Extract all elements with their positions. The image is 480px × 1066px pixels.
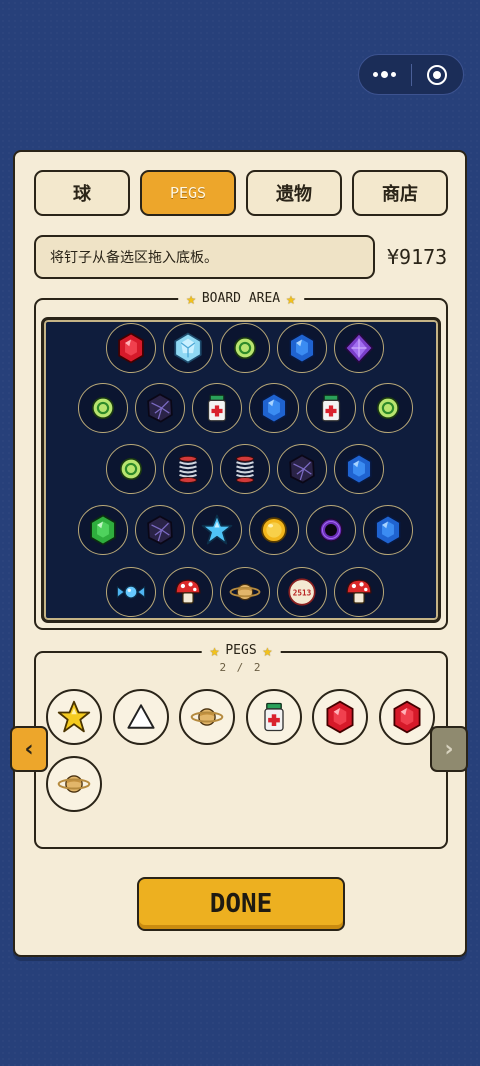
gold-star-icon bbox=[57, 700, 91, 733]
tab-ball[interactable]: 球 bbox=[34, 170, 130, 216]
svg-text:2513: 2513 bbox=[293, 588, 312, 597]
done-button[interactable]: DONE bbox=[137, 877, 345, 931]
tray-peg-planet[interactable] bbox=[46, 756, 102, 812]
star-icon: ★ bbox=[262, 641, 273, 660]
board-peg-black-hole[interactable] bbox=[306, 505, 356, 555]
peg-board[interactable]: 2513 bbox=[41, 317, 441, 623]
pegs-title: ★ PEGS ★ 2 / 2 bbox=[201, 641, 281, 674]
board-peg-green-swirl[interactable] bbox=[220, 323, 270, 373]
spring-icon bbox=[235, 455, 255, 484]
board-peg-blue-gem[interactable] bbox=[363, 505, 413, 555]
board-peg-spring[interactable] bbox=[220, 444, 270, 494]
blue-star-icon bbox=[201, 514, 233, 545]
board-peg-mushroom[interactable] bbox=[334, 567, 384, 617]
star-icon: ★ bbox=[286, 289, 296, 308]
dice-badge-icon: 2513 bbox=[288, 578, 316, 606]
candy-icon bbox=[116, 585, 146, 599]
medicine-bottle-icon bbox=[321, 394, 341, 422]
medicine-bottle-icon bbox=[263, 702, 284, 732]
board-peg-dark-crystal[interactable] bbox=[135, 383, 185, 433]
tray-peg-planet[interactable] bbox=[179, 689, 235, 745]
medicine-bottle-icon bbox=[207, 394, 227, 422]
board-area-title: ★ BOARD AREA ★ bbox=[178, 289, 304, 308]
board-peg-dark-crystal[interactable] bbox=[277, 444, 327, 494]
board-peg-ice-crystal[interactable] bbox=[163, 323, 213, 373]
green-swirl-icon bbox=[233, 336, 257, 360]
main-panel: 球 PEGS 遗物 商店 将钉子从备选区拖入底板。 ¥9173 ★ BOARD … bbox=[13, 150, 467, 957]
green-swirl-icon bbox=[119, 457, 143, 481]
black-hole-icon bbox=[319, 518, 343, 542]
prev-page-button[interactable]: ‹ bbox=[10, 726, 48, 772]
board-peg-blue-gem[interactable] bbox=[249, 383, 299, 433]
board-peg-green-swirl[interactable] bbox=[78, 383, 128, 433]
tray-peg-red-gem[interactable] bbox=[378, 689, 435, 745]
planet-icon bbox=[57, 775, 91, 793]
board-peg-purple-gem[interactable] bbox=[334, 323, 384, 373]
red-gem-icon bbox=[393, 700, 420, 734]
board-peg-spring[interactable] bbox=[163, 444, 213, 494]
tab-shop[interactable]: 商店 bbox=[352, 170, 448, 216]
blue-gem-icon bbox=[289, 332, 315, 364]
blue-gem-icon bbox=[261, 392, 287, 424]
tray-peg-medicine-bottle[interactable] bbox=[245, 689, 302, 745]
pegs-label: PEGS bbox=[225, 643, 257, 658]
close-button[interactable] bbox=[412, 55, 464, 94]
planet-icon bbox=[190, 708, 224, 726]
green-swirl-icon bbox=[91, 396, 115, 420]
tray-peg-gold-star[interactable] bbox=[46, 689, 102, 745]
dark-crystal-icon bbox=[289, 454, 315, 484]
money-counter: ¥9173 bbox=[387, 245, 448, 269]
dark-crystal-icon bbox=[147, 393, 173, 423]
mushroom-icon bbox=[175, 579, 201, 604]
board-peg-red-gem[interactable] bbox=[106, 323, 156, 373]
board-peg-blue-gem[interactable] bbox=[277, 323, 327, 373]
board-area-section: ★ BOARD AREA ★ 2513 bbox=[34, 289, 448, 630]
tab-relics[interactable]: 遗物 bbox=[246, 170, 342, 216]
board-peg-dice-badge[interactable]: 2513 bbox=[277, 567, 327, 617]
more-button[interactable] bbox=[359, 55, 411, 94]
green-gem-icon bbox=[90, 514, 116, 546]
tab-bar: 球 PEGS 遗物 商店 bbox=[34, 170, 448, 216]
green-swirl-icon bbox=[376, 396, 400, 420]
ice-crystal-icon bbox=[174, 332, 202, 364]
next-page-button[interactable]: › bbox=[430, 726, 468, 772]
board-peg-candy[interactable] bbox=[106, 567, 156, 617]
tray-peg-red-gem[interactable] bbox=[312, 689, 368, 745]
red-gem-icon bbox=[326, 700, 354, 734]
red-gem-icon bbox=[118, 332, 144, 364]
board-peg-green-swirl[interactable] bbox=[106, 444, 156, 494]
board-area-label: BOARD AREA bbox=[201, 291, 281, 306]
chevron-right-icon: › bbox=[444, 736, 454, 762]
purple-gem-icon bbox=[344, 332, 374, 364]
chevron-left-icon: ‹ bbox=[24, 736, 34, 762]
spring-icon bbox=[178, 455, 198, 484]
board-peg-blue-star[interactable] bbox=[192, 505, 242, 555]
miniprogram-capsule bbox=[358, 54, 464, 95]
blue-gem-icon bbox=[346, 453, 372, 485]
pegs-tray-section: ★ PEGS ★ 2 / 2 bbox=[34, 641, 448, 849]
board-peg-blue-gem[interactable] bbox=[334, 444, 384, 494]
pegs-count: 2 / 2 bbox=[219, 661, 263, 674]
gold-coin-icon bbox=[261, 517, 287, 543]
board-peg-medicine-bottle[interactable] bbox=[306, 383, 356, 433]
board-peg-medicine-bottle[interactable] bbox=[192, 383, 242, 433]
star-icon: ★ bbox=[186, 289, 196, 308]
board-peg-dark-crystal[interactable] bbox=[135, 505, 185, 555]
board-peg-green-swirl[interactable] bbox=[363, 383, 413, 433]
board-peg-mushroom[interactable] bbox=[163, 567, 213, 617]
board-peg-planet[interactable] bbox=[220, 567, 270, 617]
more-dots-icon bbox=[373, 71, 397, 78]
planet-icon bbox=[229, 583, 261, 601]
dark-crystal-icon bbox=[147, 515, 173, 545]
white-triangle-icon bbox=[126, 704, 155, 729]
tab-pegs[interactable]: PEGS bbox=[140, 170, 236, 216]
tray-peg-white-triangle[interactable] bbox=[112, 689, 169, 745]
mushroom-icon bbox=[346, 579, 372, 604]
board-peg-green-gem[interactable] bbox=[78, 505, 128, 555]
blue-gem-icon bbox=[375, 514, 401, 546]
board-peg-gold-coin[interactable] bbox=[249, 505, 299, 555]
target-close-icon bbox=[427, 64, 448, 85]
star-icon: ★ bbox=[209, 641, 220, 660]
instruction-text: 将钉子从备选区拖入底板。 bbox=[34, 235, 375, 279]
